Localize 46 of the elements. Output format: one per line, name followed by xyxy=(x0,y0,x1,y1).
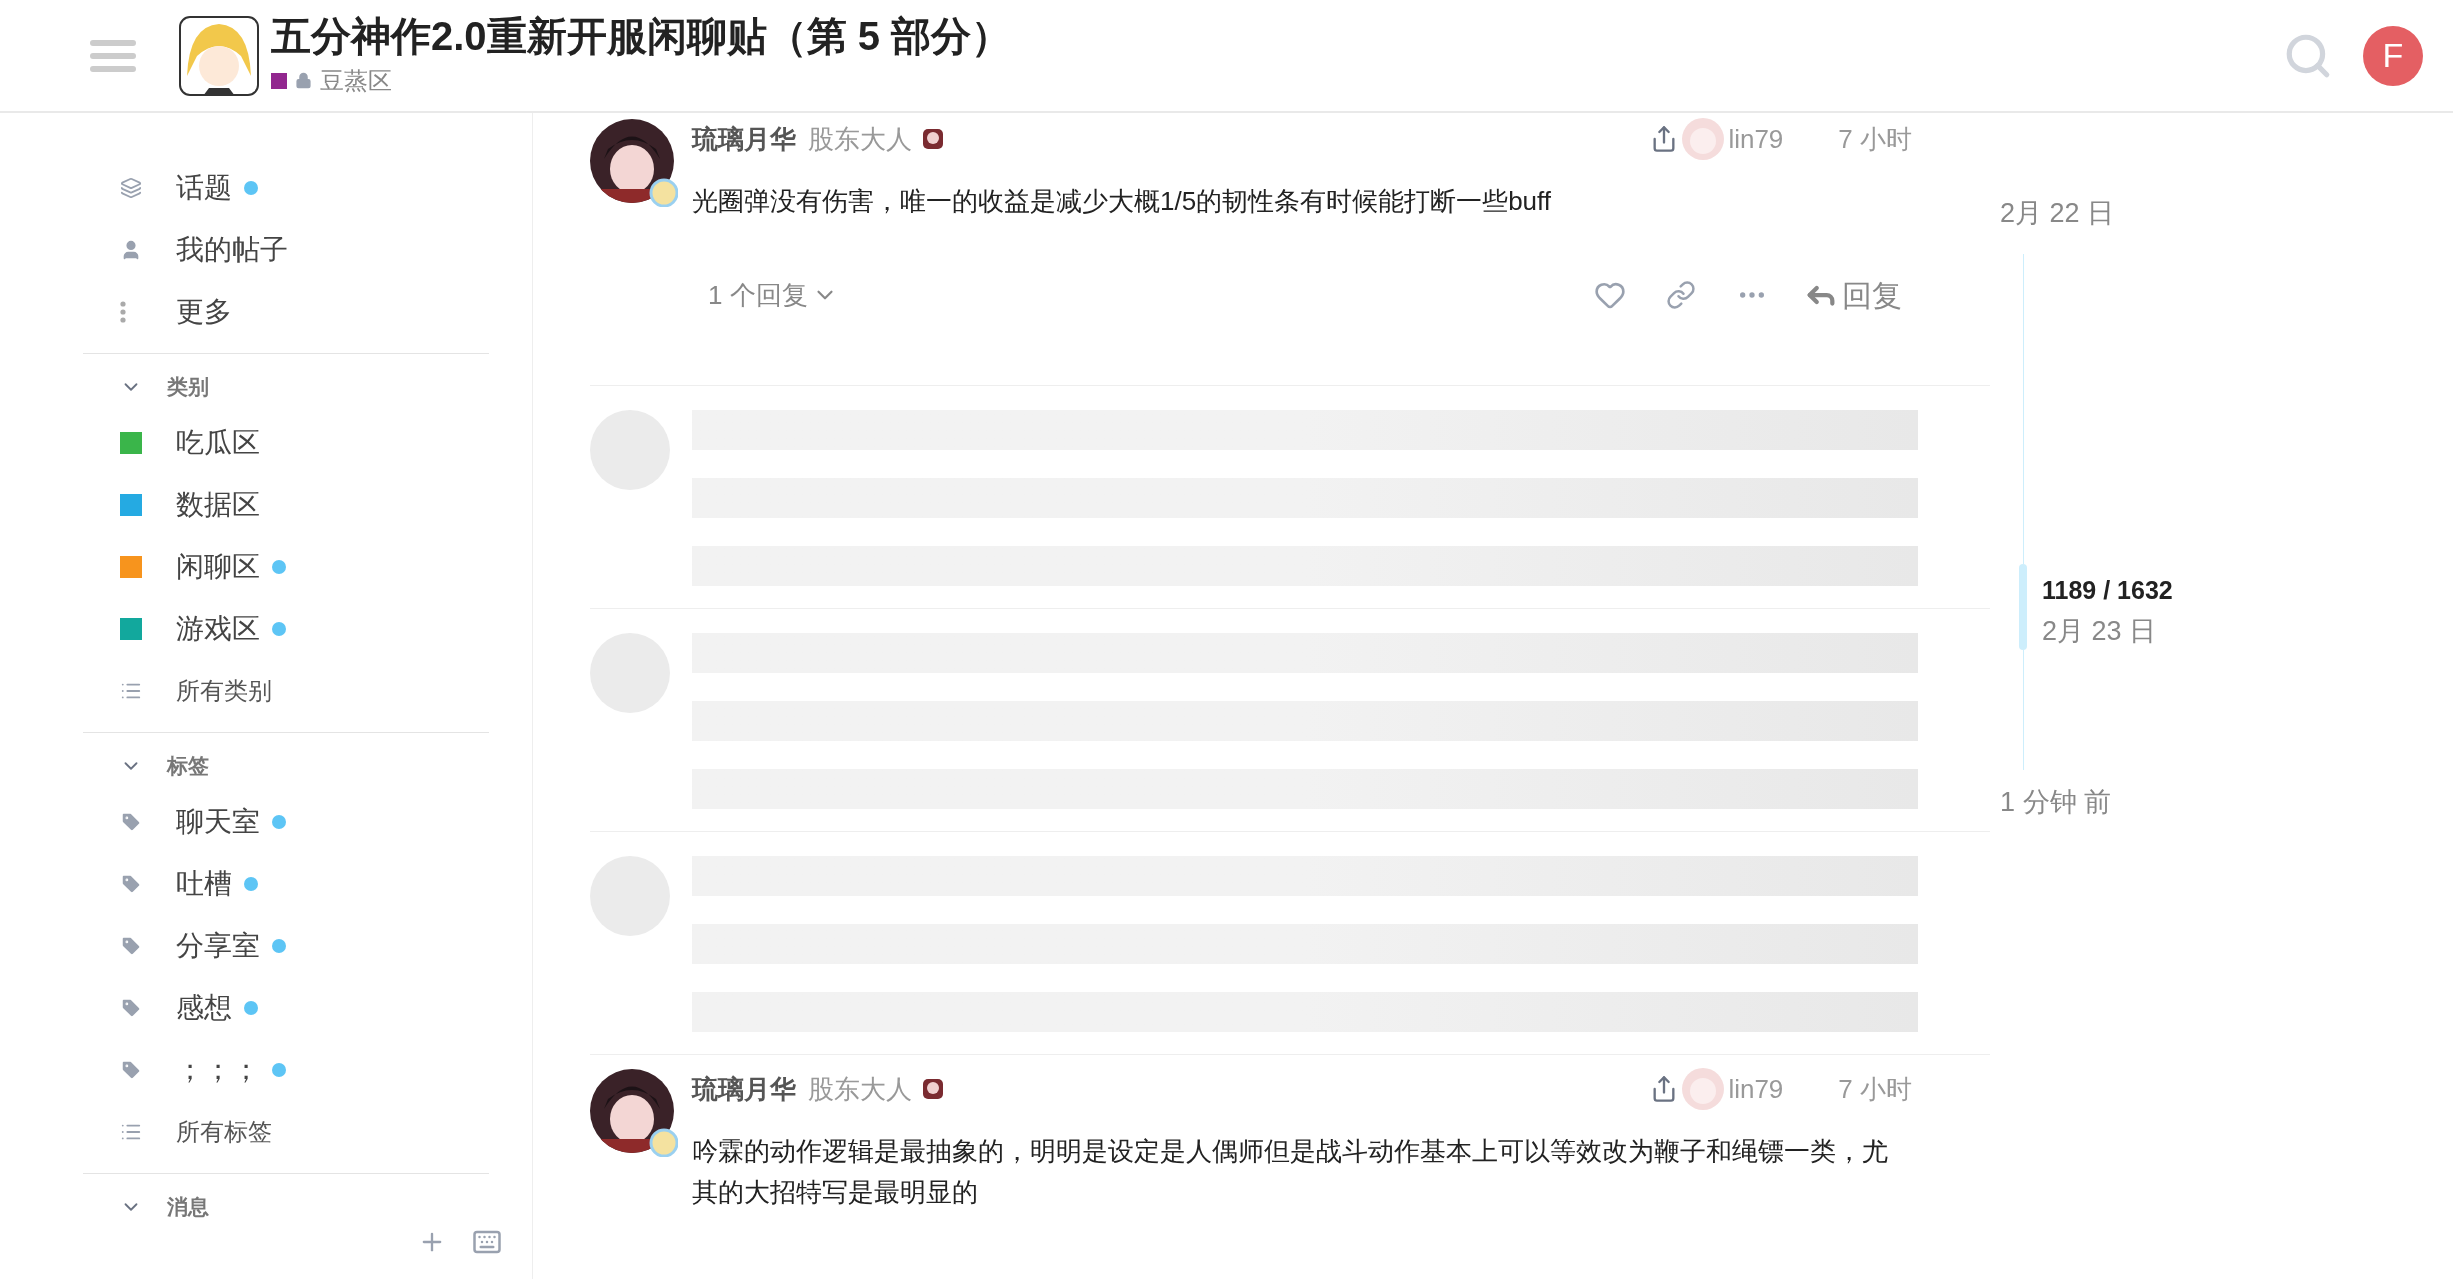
sidebar-link[interactable]: 闲聊区 xyxy=(176,546,260,588)
sidebar-link[interactable]: 所有标签 xyxy=(176,1114,272,1150)
sidebar-link[interactable]: 数据区 xyxy=(176,484,260,526)
sidebar-link[interactable]: 吐槽 xyxy=(176,863,232,905)
section-heading[interactable]: 标签 xyxy=(167,750,209,782)
site-logo[interactable] xyxy=(179,15,259,96)
tag-icon xyxy=(120,935,142,957)
tag-icon xyxy=(120,1059,142,1081)
sidebar-link[interactable]: 我的帖子 xyxy=(176,229,288,271)
post-position: 1189 / 1632 xyxy=(2042,574,2173,606)
section-heading[interactable]: 消息 xyxy=(167,1191,209,1223)
reply-button[interactable]: 回复 xyxy=(1804,272,1902,318)
sidebar-link[interactable]: 所有类别 xyxy=(176,673,272,709)
lock-icon xyxy=(295,72,312,89)
timeline-handle[interactable] xyxy=(2019,563,2027,650)
sidebar-link[interactable]: ；；； xyxy=(176,1049,260,1091)
post-body: 吟霖的动作逻辑是最抽象的，明明是设定是人偶师但是战斗动作基本上可以等效改为鞭子和绳镖一类，尤其的大招特写是最明显的 xyxy=(692,1135,1889,1209)
author-name[interactable]: 琉璃月华 xyxy=(692,1069,796,1109)
sidebar-link[interactable]: 游戏区 xyxy=(176,608,260,650)
user-title: 股东大人 xyxy=(808,1072,912,1106)
sidebar-link[interactable]: 分享室 xyxy=(176,925,260,967)
timeline-end-date[interactable]: 1 分钟 前 xyxy=(2000,781,2173,822)
topic-title: 五分神作2.0重新开服闲聊贴（第 5 部分） xyxy=(271,12,1012,59)
current-date: 2月 23 日 xyxy=(2042,615,2158,648)
category-link[interactable]: 豆蒸区 xyxy=(320,62,392,99)
tag-icon xyxy=(120,997,142,1019)
sidebar-link[interactable]: 聊天室 xyxy=(176,801,260,843)
more-icon xyxy=(120,301,126,323)
replies-toggle[interactable]: 1 个回复 xyxy=(692,275,854,315)
timeline-start-date[interactable]: 2月 22 日 xyxy=(2000,193,2173,234)
post-body: 光圈弹没有伤害，唯一的收益是减少大概1/5的韧性条有时候能打断一些buff xyxy=(692,185,1553,218)
sidebar-link[interactable]: 更多 xyxy=(176,291,232,333)
sidebar-link[interactable]: 吃瓜区 xyxy=(176,422,260,464)
link-icon[interactable] xyxy=(1666,280,1696,311)
tag-icon xyxy=(120,873,142,895)
sidebar-link[interactable]: 话题 xyxy=(176,167,232,209)
tag-icon xyxy=(120,811,142,833)
sidebar-link[interactable]: 感想 xyxy=(176,987,232,1029)
section-heading[interactable]: 类别 xyxy=(167,371,209,403)
user-title: 股东大人 xyxy=(808,122,912,156)
menu-icon[interactable] xyxy=(90,37,136,74)
author-name[interactable]: 琉璃月华 xyxy=(692,119,796,159)
badge-icon xyxy=(920,126,946,152)
reply-avatar xyxy=(1682,118,1725,160)
reply-avatar xyxy=(1682,1068,1725,1111)
layers-icon xyxy=(120,177,142,199)
